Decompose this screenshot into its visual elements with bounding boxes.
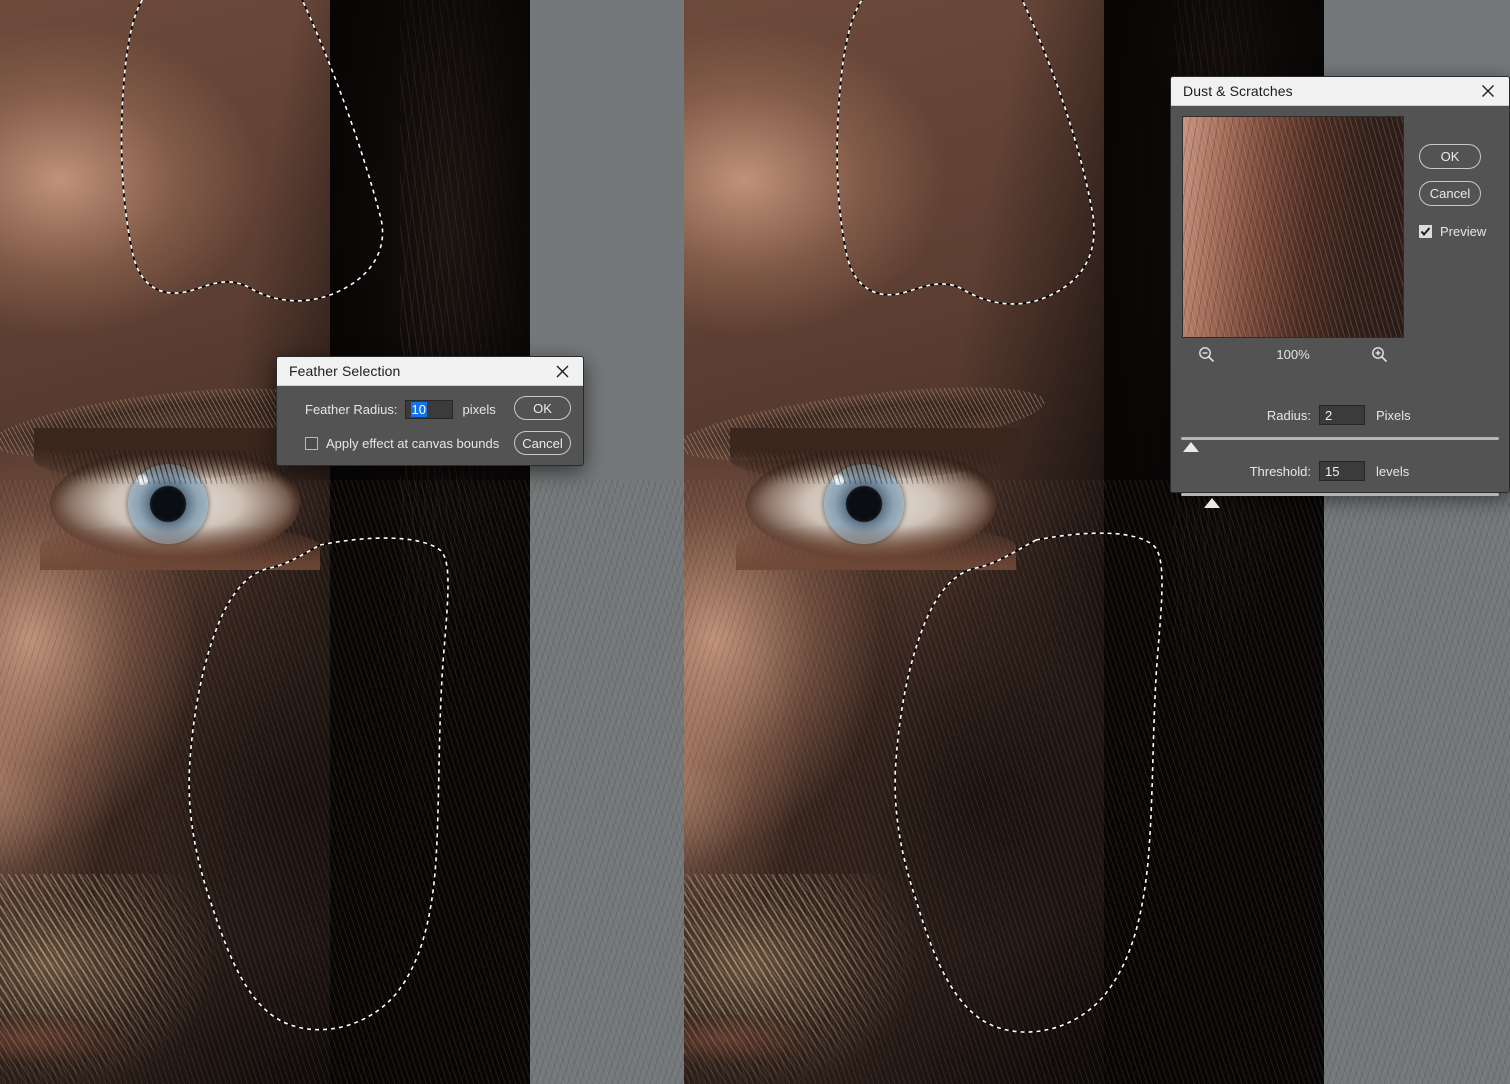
threshold-value: 15 (1325, 463, 1340, 479)
radius-input[interactable]: 2 (1319, 405, 1365, 425)
canvas-bounds-row[interactable]: Apply effect at canvas bounds (305, 436, 499, 451)
dust-scratches-ok-button[interactable]: OK (1419, 144, 1481, 169)
eye (34, 428, 324, 570)
zoom-in-icon[interactable] (1371, 346, 1388, 363)
eye (730, 428, 1020, 570)
threshold-label: Threshold: (1249, 464, 1311, 479)
feather-titlebar[interactable]: Feather Selection (277, 357, 583, 386)
radius-label: Radius: (1266, 408, 1311, 423)
feather-dialog-body: Feather Radius: 10 pixels Apply effect a… (277, 386, 583, 466)
feather-dialog-title: Feather Selection (289, 363, 401, 379)
dust-scratches-titlebar[interactable]: Dust & Scratches (1171, 77, 1509, 106)
eye-pupil (848, 488, 880, 520)
feather-cancel-button[interactable]: Cancel (514, 431, 571, 455)
threshold-slider-track[interactable] (1181, 493, 1499, 496)
close-icon[interactable] (1473, 79, 1503, 104)
feather-radius-input[interactable]: 10 (404, 400, 453, 419)
preview-label: Preview (1440, 224, 1487, 239)
dust-and-scratches-dialog[interactable]: Dust & Scratches 100% Radius: 2 Pixels T… (1170, 76, 1510, 508)
preview-toggle-row[interactable]: Preview (1419, 224, 1486, 239)
radius-units: Pixels (1376, 408, 1411, 423)
feather-radius-label: Feather Radius: (305, 402, 398, 417)
eyelashes (746, 450, 1016, 484)
canvas-bounds-label: Apply effect at canvas bounds (326, 436, 500, 451)
feather-radius-value: 10 (410, 402, 427, 417)
eye-pupil (152, 488, 184, 520)
feather-selection-dialog[interactable]: Feather Selection Feather Radius: 10 pix… (276, 356, 584, 466)
zoom-level-label: 100% (1276, 347, 1310, 362)
eye-lower-lid (736, 524, 1016, 570)
canvas-bounds-checkbox[interactable] (305, 437, 318, 450)
threshold-slider-thumb[interactable] (1204, 498, 1220, 508)
threshold-input[interactable]: 15 (1319, 461, 1365, 481)
radius-value: 2 (1325, 407, 1333, 423)
zoom-out-icon[interactable] (1198, 346, 1215, 363)
app-canvas: Feather Selection Feather Radius: 10 pix… (0, 0, 1510, 1084)
filter-preview-thumbnail[interactable] (1182, 116, 1404, 338)
dust-scratches-dialog-body: 100% Radius: 2 Pixels Threshold: 15 leve… (1171, 106, 1509, 508)
preview-checkbox[interactable] (1419, 225, 1432, 238)
feather-radius-units: pixels (462, 402, 496, 417)
radius-slider-thumb[interactable] (1183, 442, 1199, 452)
eye-lower-lid (40, 524, 320, 570)
dust-scratches-dialog-title: Dust & Scratches (1183, 83, 1293, 99)
close-icon[interactable] (547, 359, 577, 384)
dust-scratches-cancel-button[interactable]: Cancel (1419, 181, 1481, 206)
before-panel[interactable] (0, 0, 684, 1084)
threshold-units: levels (1376, 464, 1410, 479)
radius-slider-track[interactable] (1181, 437, 1499, 440)
feather-ok-button[interactable]: OK (514, 396, 571, 420)
preview-zoom-controls: 100% (1182, 346, 1404, 363)
